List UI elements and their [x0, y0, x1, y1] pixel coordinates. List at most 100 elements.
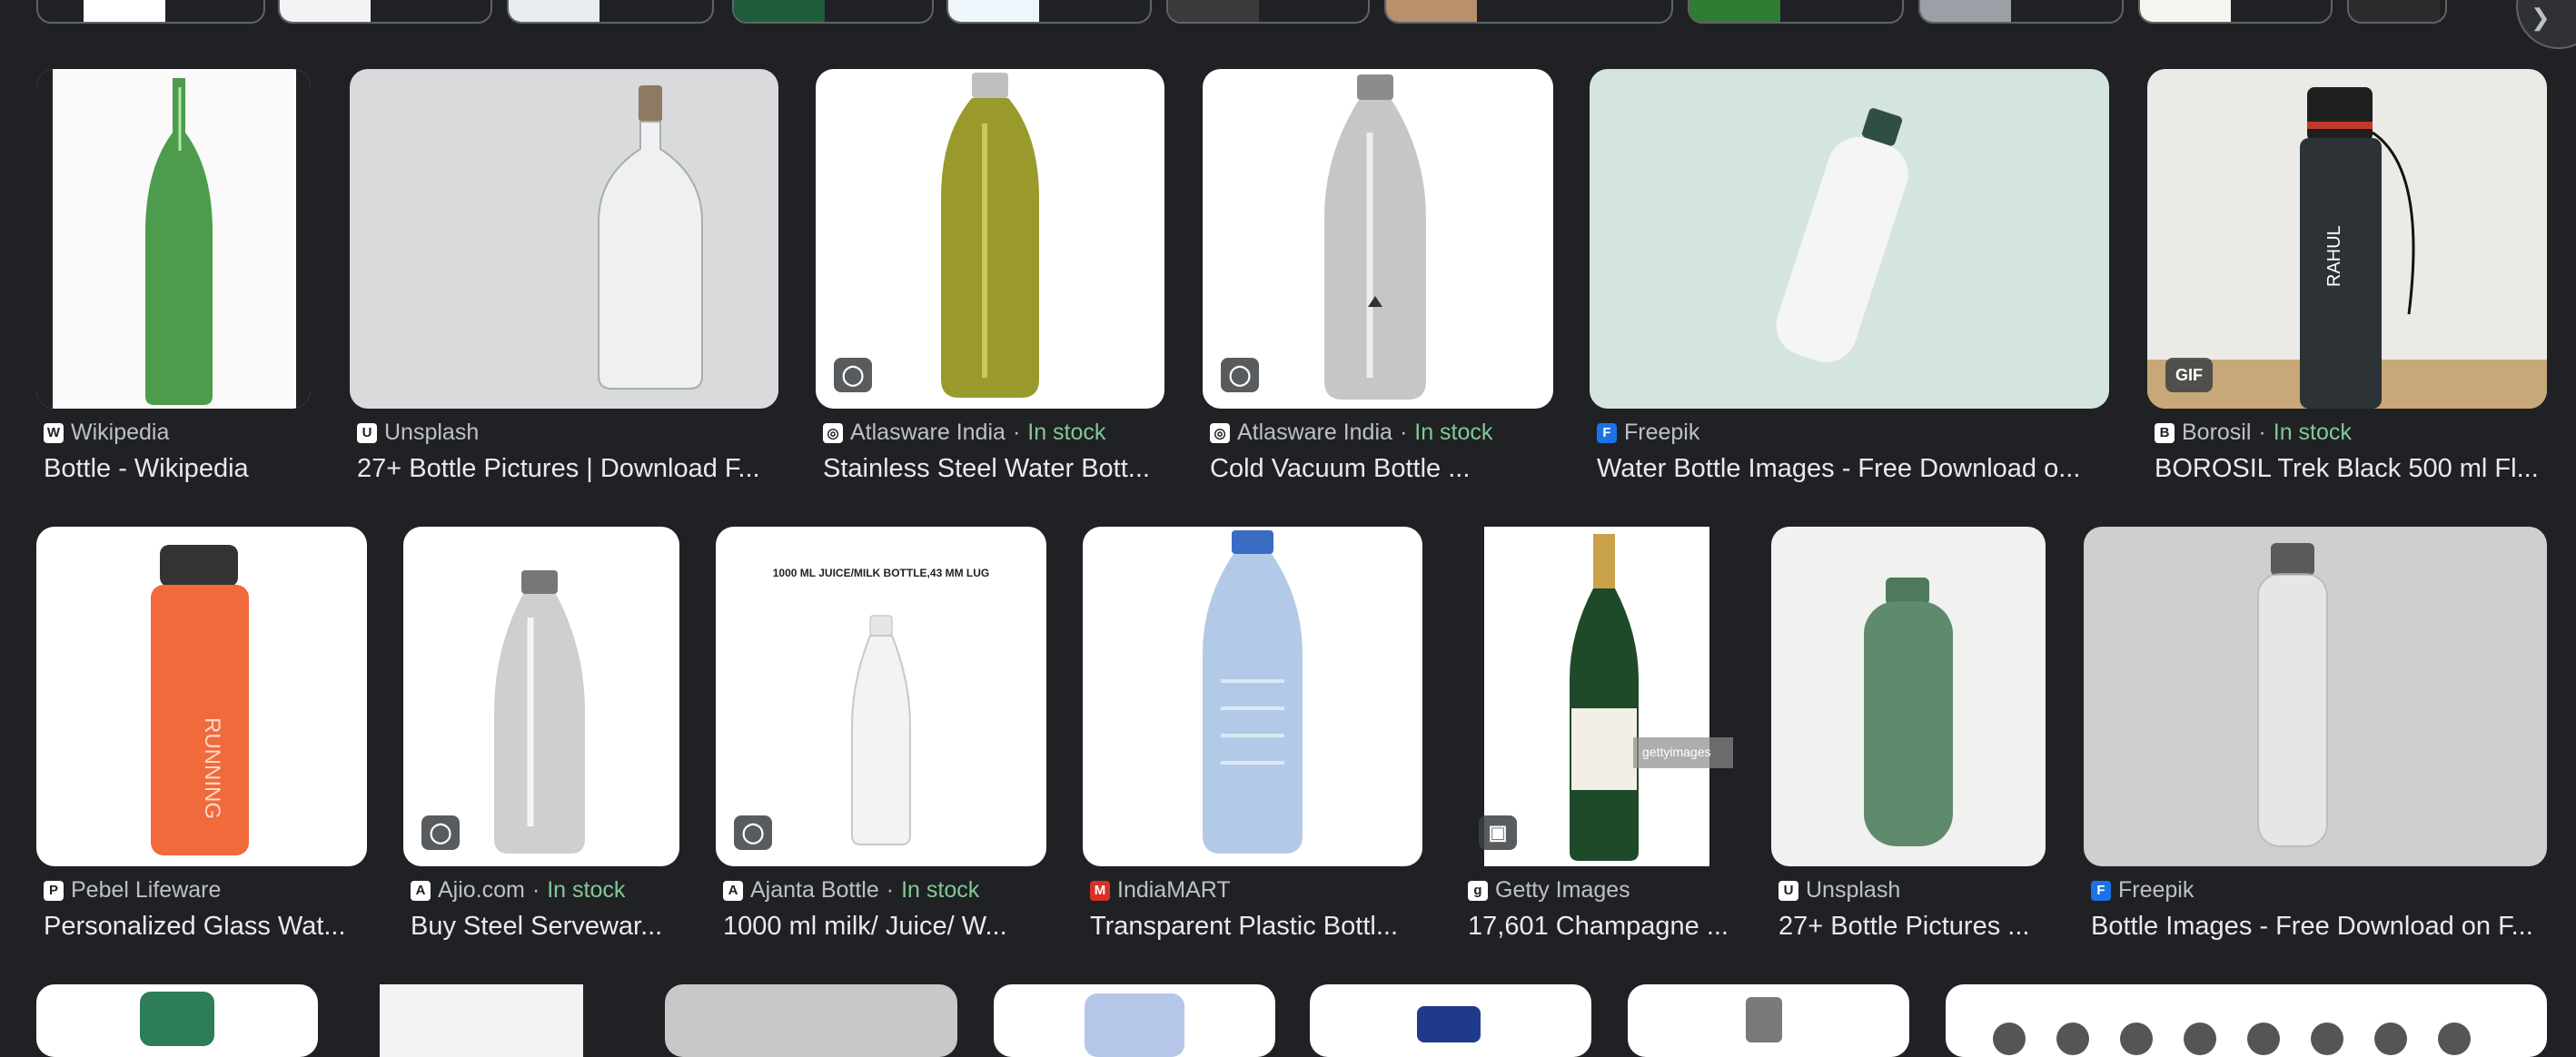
result-source[interactable]: M IndiaMART	[1090, 877, 1231, 904]
result-source[interactable]: A Ajanta Bottle · In stock	[723, 877, 979, 904]
filter-chip[interactable]	[507, 0, 714, 24]
source-name: Getty Images	[1495, 877, 1630, 903]
filter-chip[interactable]	[1688, 0, 1904, 24]
result-image[interactable]	[36, 984, 318, 1057]
source-name: Unsplash	[1806, 877, 1901, 903]
filter-chip[interactable]	[732, 0, 934, 24]
result-source[interactable]: F Freepik	[1597, 420, 1699, 446]
filter-chip[interactable]	[1918, 0, 2124, 24]
result-image[interactable]	[1771, 527, 2046, 866]
bottle-photo	[1324, 74, 1426, 400]
filter-chip[interactable]	[1384, 0, 1673, 24]
source-favicon: B	[2155, 422, 2175, 443]
result-image[interactable]	[1083, 527, 1422, 866]
result-title[interactable]: Stainless Steel Water Bott...	[823, 454, 1164, 484]
result-source[interactable]: P Pebel Lifeware	[44, 877, 221, 904]
result-title[interactable]: Bottle Images - Free Download on F...	[2091, 912, 2547, 942]
result-title[interactable]: 27+ Bottle Pictures ...	[1778, 912, 2046, 942]
stock-status: In stock	[547, 877, 626, 903]
result-title[interactable]: BOROSIL Trek Black 500 ml Fl...	[2155, 454, 2547, 484]
source-favicon: W	[44, 422, 64, 443]
separator: ·	[886, 877, 895, 903]
result-title[interactable]: 17,601 Champagne ...	[1468, 912, 1733, 942]
result-source[interactable]: W Wikipedia	[44, 420, 169, 446]
tag-icon: ◯	[834, 358, 872, 392]
source-name: IndiaMART	[1117, 877, 1231, 903]
result-source[interactable]: U Unsplash	[357, 420, 479, 446]
result-title[interactable]: Personalized Glass Wat...	[44, 912, 367, 942]
result-title[interactable]: Cold Vacuum Bottle ...	[1210, 454, 1553, 484]
result-title[interactable]: Buy Steel Servewar...	[411, 912, 679, 942]
result-image[interactable]	[2084, 527, 2547, 866]
result-image[interactable]: ◯	[1203, 69, 1553, 409]
bottle-photo: RUNNING	[151, 545, 249, 855]
result-source[interactable]: g Getty Images	[1468, 877, 1630, 904]
source-name: Unsplash	[384, 420, 480, 445]
result-image[interactable]: gettyimages ▣	[1461, 527, 1733, 866]
result-image[interactable]	[36, 69, 311, 409]
result-title[interactable]: Bottle - Wikipedia	[44, 454, 316, 484]
result-image[interactable]	[1590, 69, 2109, 409]
result-image[interactable]: ◯	[816, 69, 1164, 409]
source-name: Wikipedia	[71, 420, 170, 445]
image-icon: ▣	[1479, 815, 1517, 850]
result-title[interactable]: Water Bottle Images - Free Download o...	[1597, 454, 2109, 484]
bottle-photo	[36, 69, 311, 409]
separator: ·	[1399, 420, 1408, 445]
filter-chip[interactable]	[36, 0, 265, 24]
source-name: Atlasware India	[850, 420, 1006, 445]
separator: ·	[531, 877, 540, 903]
stock-status: In stock	[2273, 420, 2352, 445]
result-image[interactable]	[1946, 984, 2547, 1057]
result-title[interactable]: 27+ Bottle Pictures | Download F...	[357, 454, 778, 484]
gif-badge: GIF	[2165, 358, 2213, 392]
bottle-print: RAHUL	[2324, 225, 2344, 287]
source-favicon: F	[2091, 880, 2111, 901]
filter-chip[interactable]	[278, 0, 492, 24]
bottle-photo	[2257, 543, 2328, 847]
result-image[interactable]	[350, 69, 778, 409]
scroll-right-button[interactable]: ❯	[2516, 0, 2576, 49]
result-image[interactable]: ◯	[403, 527, 679, 866]
result-source[interactable]: F Freepik	[2091, 877, 2194, 904]
result-image[interactable]: 1000 ML JUICE/MILK BOTTLE,43 MM LUG ◯	[716, 527, 1046, 866]
source-favicon: ◎	[1210, 422, 1230, 443]
result-source[interactable]: ◎ Atlasware India · In stock	[1210, 420, 1492, 446]
source-favicon: U	[357, 422, 377, 443]
source-name: Freepik	[2118, 877, 2195, 903]
source-favicon: A	[723, 880, 743, 901]
watermark: gettyimages	[1642, 745, 1710, 759]
stock-status: In stock	[1027, 420, 1106, 445]
filter-chip[interactable]	[1166, 0, 1370, 24]
result-image[interactable]: RUNNING	[36, 527, 367, 866]
separator: ·	[1012, 420, 1021, 445]
result-image[interactable]	[356, 984, 607, 1057]
result-image[interactable]	[665, 984, 957, 1057]
result-title[interactable]: 1000 ml milk/ Juice/ W...	[723, 912, 1046, 942]
source-name: Borosil	[2182, 420, 2252, 445]
filter-chip[interactable]	[2347, 0, 2447, 24]
result-image[interactable]	[1310, 984, 1591, 1057]
bottle-photo	[1864, 578, 1953, 846]
source-favicon: ◎	[823, 422, 843, 443]
separator: ·	[2258, 420, 2266, 445]
tag-icon: ◯	[1221, 358, 1259, 392]
bottle-photo	[598, 85, 703, 390]
result-title[interactable]: Transparent Plastic Bottl...	[1090, 912, 1422, 942]
source-favicon: M	[1090, 880, 1110, 901]
result-image[interactable]	[994, 984, 1275, 1057]
result-source[interactable]: U Unsplash	[1778, 877, 1900, 904]
source-name: Ajanta Bottle	[750, 877, 879, 903]
tag-icon: ◯	[421, 815, 460, 850]
result-image[interactable]: RAHUL GIF	[2147, 69, 2547, 409]
result-source[interactable]: A Ajio.com · In stock	[411, 877, 625, 904]
source-favicon: F	[1597, 422, 1617, 443]
source-favicon: g	[1468, 880, 1488, 901]
source-favicon: U	[1778, 880, 1798, 901]
filter-chip[interactable]	[2138, 0, 2333, 24]
filter-chip[interactable]	[946, 0, 1152, 24]
result-source[interactable]: ◎ Atlasware India · In stock	[823, 420, 1105, 446]
source-name: Ajio.com	[438, 877, 525, 903]
result-image[interactable]	[1628, 984, 1909, 1057]
result-source[interactable]: B Borosil · In stock	[2155, 420, 2352, 446]
